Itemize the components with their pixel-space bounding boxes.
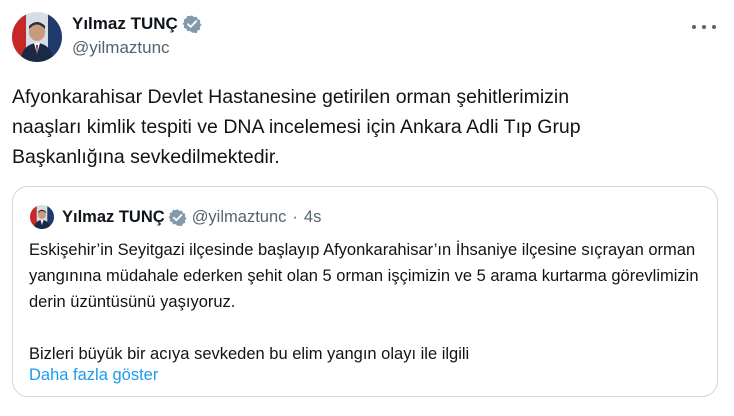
author-name[interactable]: Yılmaz TUNÇ <box>72 14 178 34</box>
separator-dot: · <box>292 207 298 226</box>
author-handle[interactable]: @yilmaztunc <box>72 38 202 58</box>
tweet-text: Afyonkarahisar Devlet Hastanesine getiri… <box>12 86 581 168</box>
quoted-author-handle: @yilmaztunc <box>191 207 287 226</box>
quoted-timestamp[interactable]: 4s <box>304 208 321 227</box>
avatar[interactable] <box>12 12 62 62</box>
show-more-link[interactable]: Daha fazla göster <box>29 362 158 388</box>
verified-badge-icon[interactable] <box>182 14 202 34</box>
quoted-author-name[interactable]: Yılmaz TUNÇ <box>62 208 165 227</box>
quoted-tweet-text: Eskişehir’in Seyitgazi ilçesinde başlayı… <box>29 237 709 367</box>
more-options-icon[interactable] <box>692 18 716 36</box>
quoted-tweet-header: Yılmaz TUNÇ @yilmaztunc · 4s <box>30 205 321 229</box>
tweet-header: Yılmaz TUNÇ @yilmaztunc <box>12 10 722 66</box>
author-block: Yılmaz TUNÇ @yilmaztunc <box>72 12 202 58</box>
verified-badge-icon <box>168 208 187 227</box>
quoted-tweet[interactable]: Yılmaz TUNÇ @yilmaztunc · 4s Eskişehir’i… <box>12 186 718 397</box>
quoted-paragraph: Eskişehir’in Seyitgazi ilçesinde başlayı… <box>29 241 699 311</box>
quoted-avatar[interactable] <box>30 205 54 229</box>
